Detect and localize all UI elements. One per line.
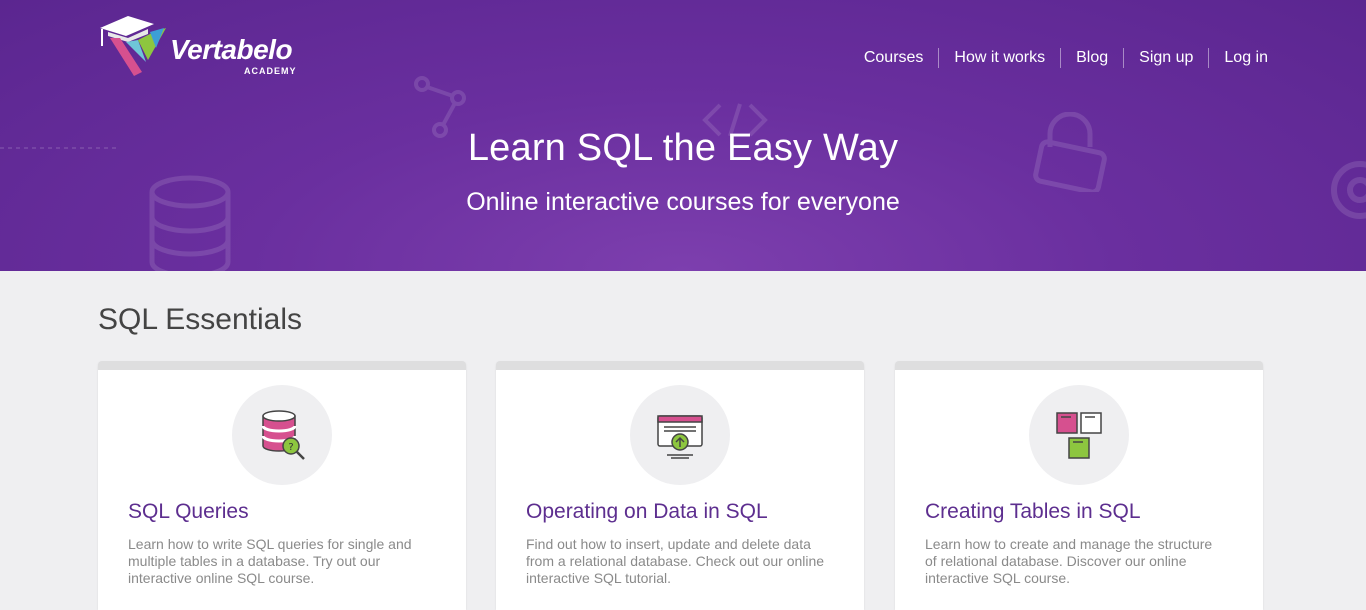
svg-text:?: ? <box>288 442 293 453</box>
course-card-operating-on-data[interactable]: Operating on Data in SQL Find out how to… <box>496 361 864 610</box>
nav-sign-up[interactable]: Sign up <box>1123 48 1208 68</box>
section-title: SQL Essentials <box>98 303 302 336</box>
database-search-icon: ? <box>261 410 305 460</box>
course-icon-circle <box>1029 385 1129 485</box>
tables-icon <box>1056 412 1102 459</box>
database-outline-icon <box>149 175 231 271</box>
logo-brand-text: Vertabelo <box>170 34 293 65</box>
hero-subtitle: Online interactive courses for everyone <box>466 188 900 216</box>
hero-title: Learn SQL the Easy Way <box>467 127 899 169</box>
nav-log-in[interactable]: Log in <box>1208 48 1268 68</box>
course-card-creating-tables[interactable]: Creating Tables in SQL Learn how to crea… <box>895 361 1263 610</box>
course-card-title[interactable]: SQL Queries <box>128 500 249 524</box>
top-navigation: Courses How it works Blog Sign up Log in <box>849 48 1268 68</box>
course-card-description: Find out how to insert, update and delet… <box>526 536 825 586</box>
graduation-cap-icon <box>100 16 166 76</box>
browser-upload-icon <box>657 415 703 459</box>
course-card-description: Learn how to write SQL queries for singl… <box>128 536 412 586</box>
course-card-title[interactable]: Operating on Data in SQL <box>526 500 768 524</box>
course-card-sql-queries[interactable]: ? SQL Queries Learn how to write SQL que… <box>98 361 466 610</box>
course-card-title[interactable]: Creating Tables in SQL <box>925 500 1141 524</box>
course-icon-circle <box>630 385 730 485</box>
logo-sub-text: ACADEMY <box>244 66 297 76</box>
hero-banner: Vertabelo ACADEMY Courses How it works B… <box>0 0 1366 271</box>
vertabelo-academy-logo[interactable]: Vertabelo ACADEMY <box>98 14 318 78</box>
nav-blog[interactable]: Blog <box>1060 48 1123 68</box>
nav-how-it-works[interactable]: How it works <box>938 48 1060 68</box>
nav-courses[interactable]: Courses <box>849 48 939 68</box>
course-icon-circle: ? <box>232 385 332 485</box>
course-card-description: Learn how to create and manage the struc… <box>925 536 1213 586</box>
